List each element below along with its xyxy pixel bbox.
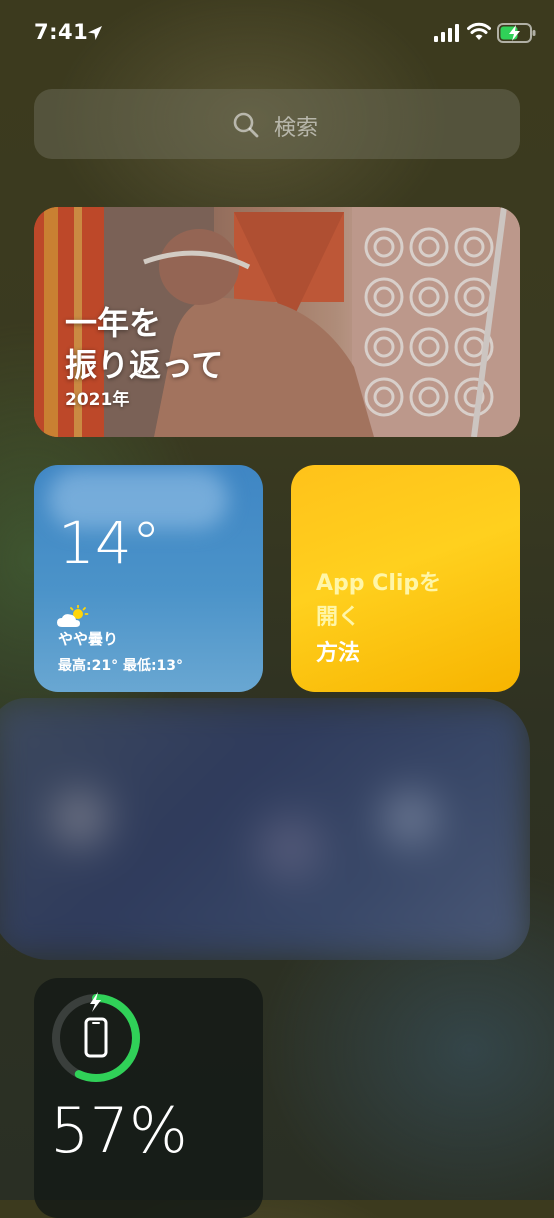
tips-line1: App Clipを: [316, 571, 442, 596]
status-bar: 7:41: [0, 0, 554, 70]
battery-ring: [52, 992, 140, 1082]
tips-line3: 方法: [316, 641, 361, 666]
weather-high-low: 最高:21° 最低:13°: [58, 658, 184, 674]
photos-memories-widget[interactable]: 一年を 振り返って 2021年: [34, 207, 520, 437]
memory-year: 2021年: [65, 390, 130, 410]
cellular-signal-icon: [434, 24, 459, 42]
tips-line2: 開く: [316, 605, 361, 630]
weather-widget[interactable]: 14° やや曇り 最高:21° 最低:13°: [34, 465, 263, 692]
partly-cloudy-icon: [57, 605, 89, 627]
blurred-widget[interactable]: [0, 698, 530, 960]
weather-condition: やや曇り: [58, 630, 119, 648]
tips-title: App Clipを 開く: [316, 567, 441, 635]
location-arrow-icon: [88, 26, 102, 40]
battery-charging-icon: [497, 23, 536, 43]
search-icon: [233, 112, 259, 138]
battery-percent: 57%: [50, 1094, 188, 1167]
blurred-content: [0, 698, 530, 960]
tips-widget[interactable]: App Clipを 開く 方法: [291, 465, 520, 692]
memory-title: 一年を 振り返って: [65, 304, 224, 384]
status-time: 7:41: [34, 20, 89, 44]
weather-temperature: 14°: [58, 509, 161, 577]
wifi-icon: [467, 22, 491, 40]
batteries-widget[interactable]: 57%: [34, 978, 263, 1218]
iphone-icon: [84, 1017, 108, 1058]
search-placeholder: 検索: [274, 116, 319, 141]
